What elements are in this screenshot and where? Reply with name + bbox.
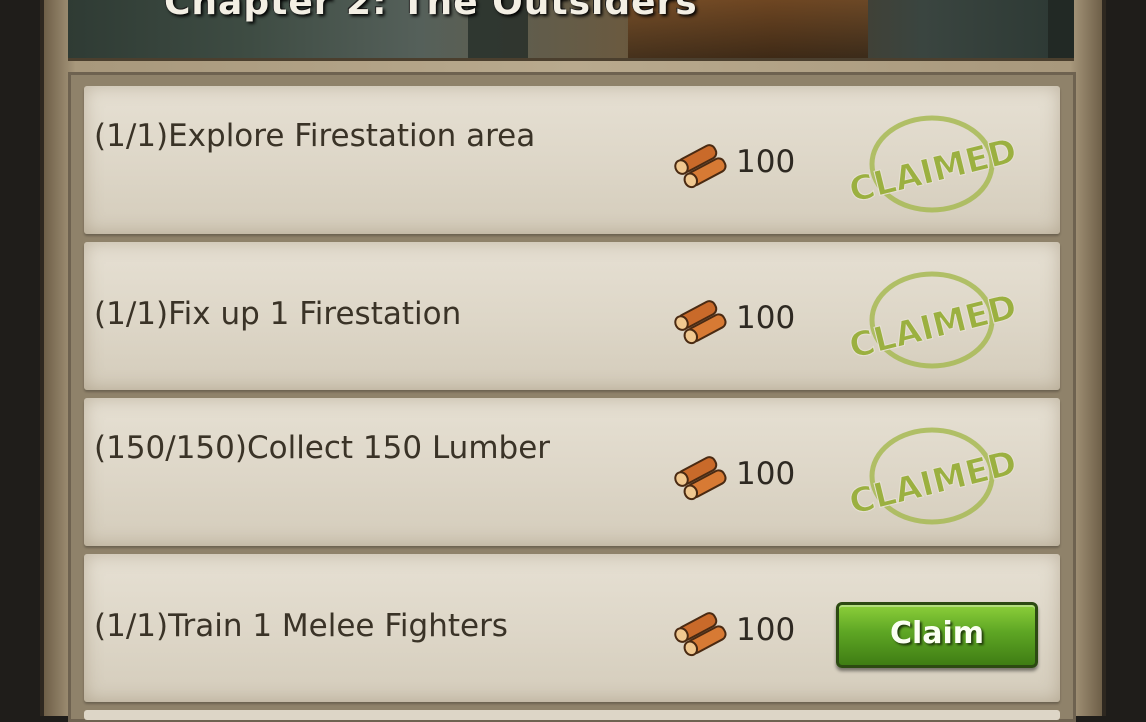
svg-text:CLAIMED: CLAIMED xyxy=(845,443,1020,523)
banner-art-right xyxy=(1048,0,1074,58)
claimed-stamp: CLAIMED xyxy=(842,424,1022,534)
quest-reward: 100 xyxy=(674,608,814,657)
lumber-icon xyxy=(674,612,727,657)
quest-task-text: (1/1)Explore Firestation area xyxy=(94,118,536,154)
lumber-icon xyxy=(674,300,727,345)
quest-reward: 100 xyxy=(674,140,814,189)
claimed-stamp: CLAIMED xyxy=(842,112,1022,222)
quest-reward: 100 xyxy=(674,296,814,345)
chapter-title: Chapter 2: The Outsiders xyxy=(164,0,698,23)
reward-amount: 100 xyxy=(736,300,796,336)
lumber-icon xyxy=(674,456,727,501)
quest-reward: 100 xyxy=(674,452,814,501)
quest-row: (150/150)Collect 150 Lumber 100 CLAIMED xyxy=(84,398,1060,546)
quest-row: (1/1)Explore Firestation area 100 CLAIME… xyxy=(84,86,1060,234)
quest-task-text: (1/1)Fix up 1 Firestation xyxy=(94,296,462,332)
quest-row-partial xyxy=(84,710,1060,720)
svg-text:CLAIMED: CLAIMED xyxy=(845,131,1020,211)
claim-button-label: Claim xyxy=(889,616,985,651)
quest-task-text: (150/150)Collect 150 Lumber xyxy=(94,430,551,466)
reward-amount: 100 xyxy=(736,612,796,648)
quest-row: (1/1)Train 1 Melee Fighters 100 Claim xyxy=(84,554,1060,702)
chapter-banner: Chapter 2: The Outsiders xyxy=(68,0,1074,61)
lumber-icon xyxy=(674,144,727,189)
svg-text:CLAIMED: CLAIMED xyxy=(845,287,1020,367)
reward-amount: 100 xyxy=(736,456,796,492)
quest-task-text: (1/1)Train 1 Melee Fighters xyxy=(94,608,508,644)
claim-button[interactable]: Claim xyxy=(836,602,1038,668)
claimed-stamp: CLAIMED xyxy=(842,268,1022,378)
quest-row: (1/1)Fix up 1 Firestation 100 CLAIMED xyxy=(84,242,1060,390)
reward-amount: 100 xyxy=(736,144,796,180)
